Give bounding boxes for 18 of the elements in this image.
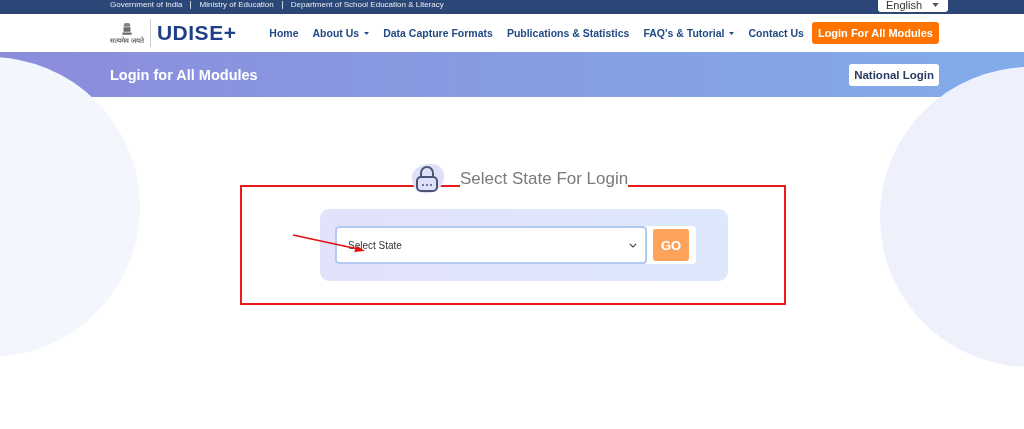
- nav-link[interactable]: Home: [269, 27, 299, 39]
- nav-link[interactable]: Publications & Statistics: [506, 27, 630, 39]
- nav-link[interactable]: FAQ's & Tutorial: [643, 27, 735, 39]
- top-bar-link[interactable]: Government of India: [110, 1, 183, 9]
- caret-icon: [932, 3, 940, 7]
- login-heading: Select State For Login: [460, 169, 629, 189]
- top-bar-link[interactable]: Department of School Education & Literacy: [290, 1, 444, 9]
- chevron-down-icon: [629, 242, 637, 248]
- nav-link[interactable]: Data Capture Formats: [383, 27, 493, 39]
- nav-link[interactable]: Contact Us: [748, 27, 804, 39]
- state-select[interactable]: Select State: [335, 226, 647, 264]
- nav-link[interactable]: About Us: [312, 27, 370, 39]
- emblem-icon: [120, 21, 133, 37]
- top-bar-link[interactable]: Ministry of Education: [199, 1, 274, 9]
- language-dropdown[interactable]: English: [878, 0, 948, 12]
- national-login-button[interactable]: National Login: [849, 63, 939, 86]
- page-title: Login for All Modules: [110, 66, 258, 83]
- logo[interactable]: UDISE+: [156, 21, 237, 45]
